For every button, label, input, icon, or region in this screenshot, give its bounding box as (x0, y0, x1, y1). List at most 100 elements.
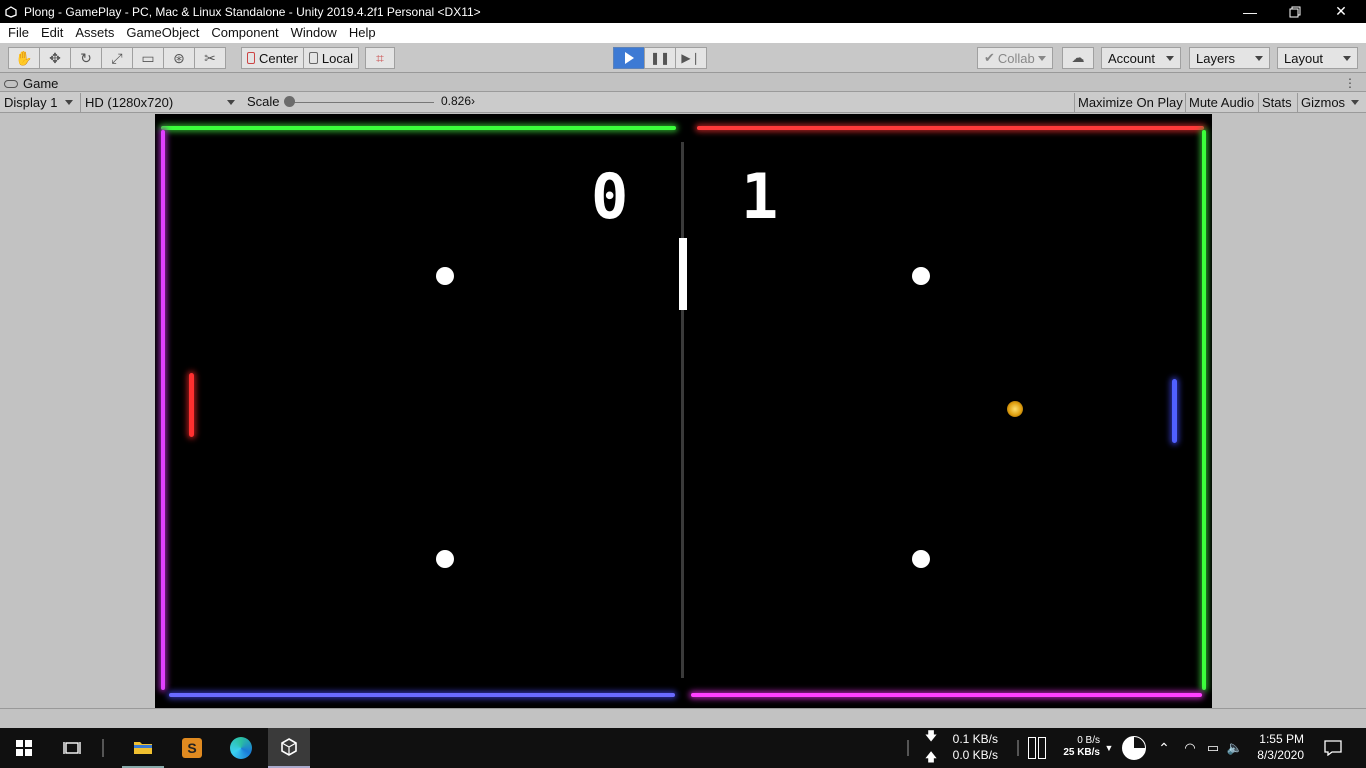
menu-edit[interactable]: Edit (35, 23, 69, 43)
volume-icon[interactable]: 🔈 (1224, 728, 1246, 768)
chevron-down-icon (1038, 55, 1046, 61)
game-tab-bar: Game ⋮ (0, 74, 1366, 92)
collab-dropdown[interactable]: ✔ Collab (977, 47, 1053, 69)
snap-toggle-button[interactable]: ⌗ (365, 47, 395, 69)
hand-icon: ✋ (15, 49, 33, 66)
maximize-on-play-label: Maximize On Play (1078, 95, 1183, 110)
menu-gameobject[interactable]: GameObject (120, 23, 205, 43)
menu-help[interactable]: Help (343, 23, 382, 43)
stats-toggle[interactable]: Stats (1258, 93, 1295, 112)
layers-dropdown[interactable]: Layers (1189, 47, 1270, 69)
unity-taskbar-button[interactable] (268, 728, 310, 768)
pause-button[interactable]: ❚❚ (644, 47, 676, 69)
clock-time[interactable]: 1:55 PM (1248, 732, 1304, 747)
bumper-top-left (436, 267, 454, 285)
transform-tool-button[interactable]: ⊛ (163, 47, 195, 69)
scale-label: Scale (247, 94, 280, 109)
playmode-controls: ❚❚ ▶❘ (613, 47, 707, 69)
cloud-button[interactable]: ☁ (1062, 47, 1094, 69)
top-right-border (697, 126, 1204, 130)
gamepad-icon (4, 79, 18, 88)
taskbar-separator (100, 728, 106, 768)
network-speed-arrows: 🡇 🡅 (920, 728, 942, 768)
edge-button[interactable] (220, 728, 262, 768)
folder-icon (134, 742, 152, 754)
minimize-icon[interactable]: — (1227, 0, 1273, 23)
game-view-toolbar: Display 1 HD (1280x720) Scale 0.826› Max… (0, 92, 1366, 113)
collab-label: Collab (997, 50, 1035, 66)
bumper-bottom-right (912, 550, 930, 568)
display-label: Display 1 (4, 95, 58, 110)
clock-date[interactable]: 8/3/2020 (1248, 748, 1304, 763)
editor-status-bar (0, 708, 1366, 728)
file-explorer-button[interactable] (122, 728, 164, 768)
resolution-label: HD (1280x720) (85, 95, 174, 110)
disk-read-speed: 0 B/s (1077, 735, 1100, 746)
meter-dropdown-icon[interactable]: ▼ (1102, 728, 1116, 768)
tray-separator-2 (1014, 728, 1022, 768)
start-button[interactable] (0, 728, 48, 768)
gizmos-dropdown[interactable]: Gizmos (1297, 93, 1366, 112)
hand-tool-button[interactable]: ✋ (8, 47, 40, 69)
download-arrow-icon: 🡇 (924, 729, 938, 743)
restore-icon[interactable] (1272, 0, 1318, 23)
scale-slider-track[interactable] (286, 102, 434, 103)
resolution-dropdown[interactable]: HD (1280x720) (80, 93, 240, 112)
layout-dropdown[interactable]: Layout (1277, 47, 1358, 69)
sublime-text-icon: S (182, 738, 202, 758)
game-canvas[interactable]: 0 1 (155, 114, 1212, 708)
menu-file[interactable]: File (2, 23, 35, 43)
mute-audio-toggle[interactable]: Mute Audio (1185, 93, 1257, 112)
bumper-bottom-left (436, 550, 454, 568)
scale-icon: ⤢ (111, 49, 123, 66)
display-dropdown[interactable]: Display 1 (0, 93, 78, 112)
chevron-down-icon (227, 100, 235, 105)
stats-label: Stats (1262, 95, 1292, 110)
transform-tools: ✋ ✥ ↻ ⤢ ▭ ⊛ ✂ (8, 47, 226, 69)
account-dropdown[interactable]: Account (1101, 47, 1181, 69)
upload-arrow-icon: 🡅 (924, 750, 938, 764)
move-icon: ✥ (49, 49, 61, 66)
notifications-button[interactable] (1318, 728, 1348, 768)
rect-tool-button[interactable]: ▭ (132, 47, 164, 69)
task-view-button[interactable] (52, 728, 92, 768)
menu-window[interactable]: Window (285, 23, 343, 43)
menu-assets[interactable]: Assets (69, 23, 120, 43)
more-options-icon[interactable]: ⋮ (1344, 76, 1356, 90)
notification-icon (1324, 740, 1342, 756)
move-tool-button[interactable]: ✥ (39, 47, 71, 69)
task-view-icon (63, 742, 81, 754)
custom-tool-button[interactable]: ✂ (194, 47, 226, 69)
chevron-up-icon[interactable]: ⌃ (1154, 728, 1174, 768)
wifi-icon[interactable]: ◠ (1178, 728, 1202, 768)
step-button[interactable]: ▶❘ (675, 47, 707, 69)
sublime-text-button[interactable]: S (171, 728, 213, 768)
scale-value: 0.826› (441, 94, 476, 108)
left-paddle (189, 373, 194, 437)
account-label: Account (1108, 50, 1155, 66)
play-button[interactable] (613, 47, 645, 69)
window-titlebar: Plong - GamePlay - PC, Mac & Linux Stand… (0, 0, 1366, 23)
tab-game[interactable]: Game (4, 75, 58, 92)
local-cube-icon (309, 52, 318, 64)
step-icon: ▶❘ (681, 51, 701, 65)
chevron-down-icon (1351, 100, 1360, 105)
battery-icon[interactable]: ▭ (1202, 728, 1224, 768)
center-blocker (679, 238, 687, 310)
edge-icon (230, 737, 252, 759)
scale-slider-thumb[interactable] (284, 96, 295, 107)
score-right: 1 (741, 160, 779, 233)
maximize-on-play-toggle[interactable]: Maximize On Play (1074, 93, 1186, 112)
rotate-tool-button[interactable]: ↻ (70, 47, 102, 69)
ball (1007, 401, 1023, 417)
close-icon[interactable]: ✕ (1318, 0, 1364, 23)
pivot-rotation-label: Local (321, 50, 353, 66)
pivot-mode-button[interactable]: Center (241, 47, 304, 69)
rect-icon: ▭ (141, 49, 155, 66)
score-left: 0 (591, 160, 629, 233)
menu-component[interactable]: Component (205, 23, 284, 43)
gizmos-label: Gizmos (1301, 95, 1346, 110)
tab-game-label: Game (23, 76, 59, 91)
scale-tool-button[interactable]: ⤢ (101, 47, 133, 69)
pivot-rotation-button[interactable]: Local (303, 47, 359, 69)
